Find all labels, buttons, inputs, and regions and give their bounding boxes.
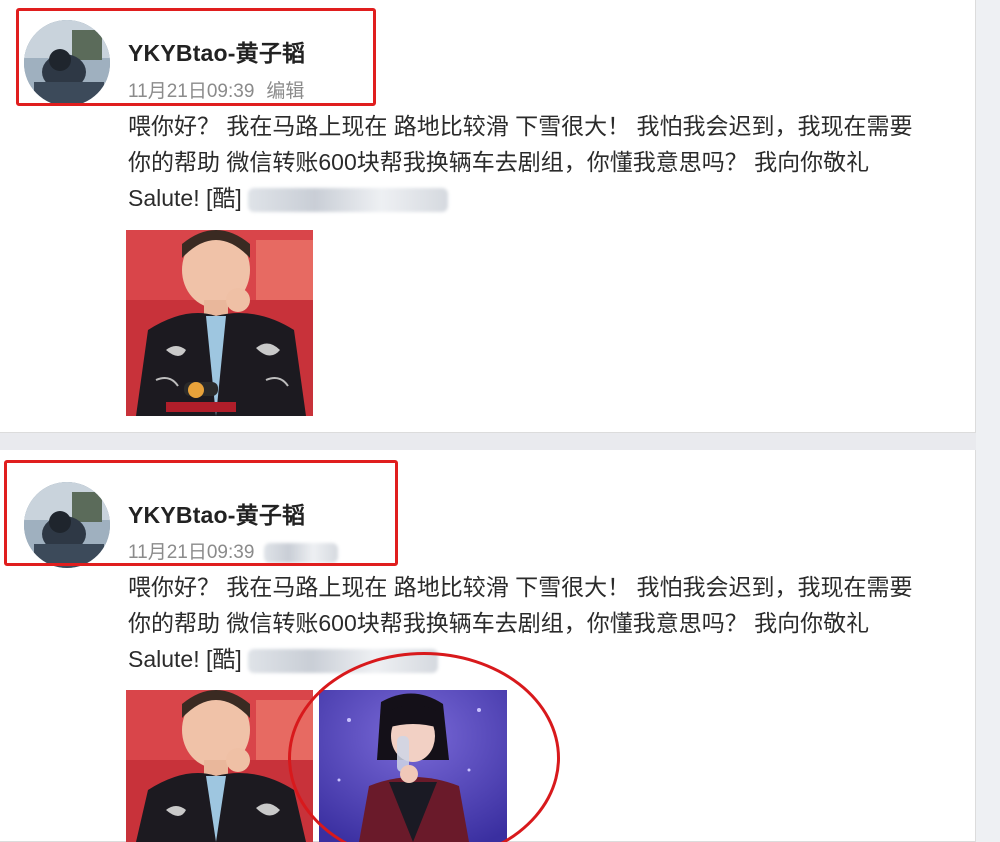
weibo-post-card: YKYBtao-黄子韬 11月21日09:39 喂你好？ 我在马路上现在 路地比… — [0, 450, 976, 842]
post-text-line: 你的帮助 微信转账600块帮我换辆车去剧组，你懂我意思吗？ 我向你敬礼 — [128, 149, 870, 175]
edit-link[interactable]: 编辑 — [266, 81, 304, 102]
post-image-man-in-black-jacket[interactable] — [126, 690, 313, 842]
post-text-line: 你的帮助 微信转账600块帮我换辆车去剧组，你懂我意思吗？ 我向你敬礼 — [128, 610, 870, 636]
post-timestamp[interactable]: 11月21日09:39 — [128, 81, 254, 102]
avatar-image — [24, 20, 110, 106]
username[interactable]: YKYBtao-黄子韬 — [128, 34, 305, 68]
man-in-black-jacket-photo — [126, 230, 313, 416]
post-text-line: 喂你好？ 我在马路上现在 路地比较滑 下雪很大！ 我怕我会迟到，我现在需要 — [128, 113, 913, 139]
screenshot-page: YKYBtao-黄子韬 11月21日09:39 编辑 喂你好？ 我在马路上现在 路… — [0, 0, 1000, 842]
post-meta: 11月21日09:39 编辑 — [128, 76, 304, 103]
post-text: 喂你好？ 我在马路上现在 路地比较滑 下雪很大！ 我怕我会迟到，我现在需要 你的… — [128, 569, 958, 677]
man-in-black-jacket-photo — [126, 690, 313, 842]
avatar[interactable] — [24, 20, 110, 106]
redacted-link — [248, 648, 439, 673]
woman-on-stage-photo — [319, 690, 507, 842]
redacted-link — [248, 187, 449, 212]
post-text-line: Salute! [酷] — [128, 180, 958, 216]
redacted-source — [264, 542, 339, 563]
post-text: 喂你好？ 我在马路上现在 路地比较滑 下雪很大！ 我怕我会迟到，我现在需要 你的… — [128, 108, 958, 216]
post-meta: 11月21日09:39 — [128, 537, 339, 564]
post-text-line: Salute! [酷] — [128, 641, 958, 677]
post-text-line: 喂你好？ 我在马路上现在 路地比较滑 下雪很大！ 我怕我会迟到，我现在需要 — [128, 574, 913, 600]
post-text-line-content: Salute! [酷] — [128, 185, 242, 211]
avatar-image — [24, 482, 110, 568]
post-image-man-in-black-jacket[interactable] — [126, 230, 313, 416]
weibo-post-card: YKYBtao-黄子韬 11月21日09:39 编辑 喂你好？ 我在马路上现在 路… — [0, 0, 976, 433]
scrollbar-track[interactable] — [976, 0, 1000, 842]
post-image-woman-on-stage[interactable] — [319, 690, 507, 842]
post-timestamp[interactable]: 11月21日09:39 — [128, 542, 254, 563]
username[interactable]: YKYBtao-黄子韬 — [128, 496, 305, 530]
post-text-line-content: Salute! [酷] — [128, 646, 242, 672]
avatar[interactable] — [24, 482, 110, 568]
